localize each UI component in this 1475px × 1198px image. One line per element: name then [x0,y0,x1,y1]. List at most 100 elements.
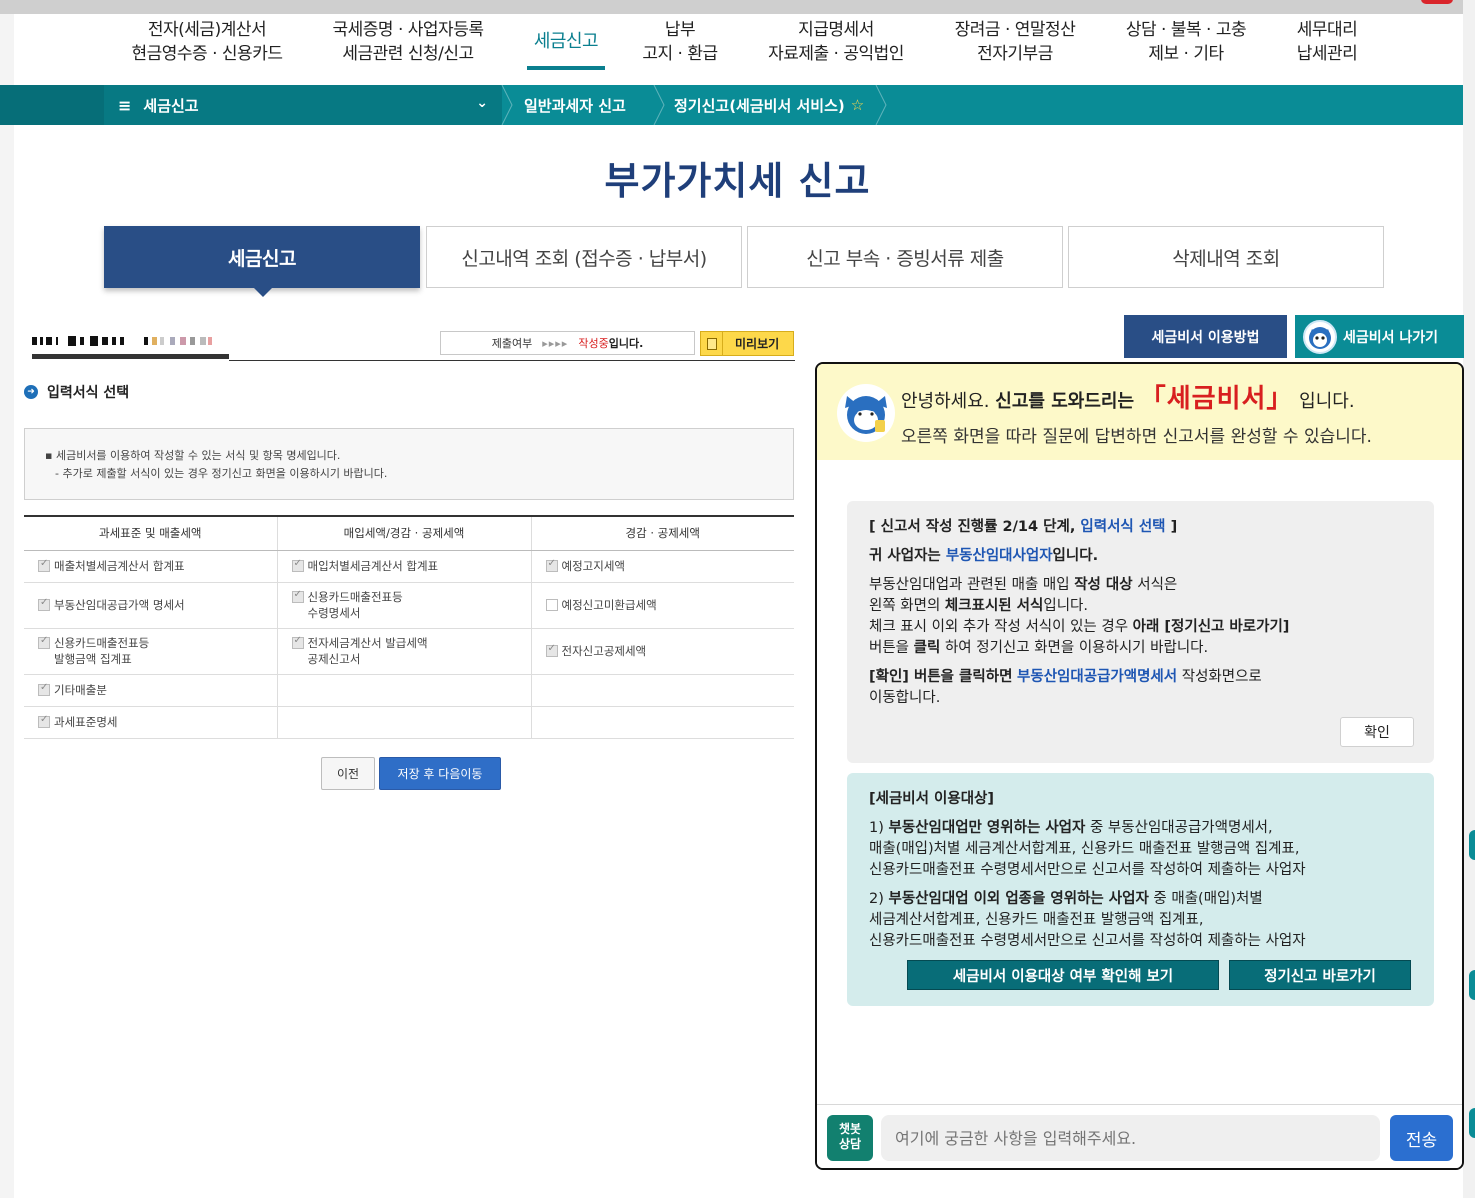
checkbox[interactable] [291,635,304,649]
checkbox-label: 수령명세서 [307,606,361,620]
send-button[interactable]: 전송 [1390,1115,1453,1161]
nav-item-payment[interactable]: 납부 고지 · 환급 [638,18,722,66]
table-cell: 예정신고미환급세액 [530,582,795,629]
checkbox-label: 매입처별세금계산서 합계표 [307,559,439,573]
tab-tax-filing[interactable]: 세금신고 [104,226,420,297]
form-checkbox-item[interactable]: 예정신고미환급세액 [545,597,795,613]
chat-input[interactable] [881,1115,1380,1161]
check-eligibility-button[interactable]: 세금비서 이용대상 여부 확인해 보기 [907,960,1219,990]
form-checkbox-item[interactable]: 예정고지세액 [545,558,795,574]
table-cell [276,674,531,707]
divider [229,360,795,361]
confirm-button[interactable]: 확인 [1340,717,1414,747]
assistant-panel: 안녕하세요. 신고를 도와드리는 「세금비서」 입니다. 오른쪽 화면을 따라 … [815,362,1464,1170]
form-checkbox-item[interactable]: 부동산임대공급가액 명세서 [38,597,277,613]
breadcrumb-bar-left [0,85,104,125]
chat-input-bar: 챗봇상담 전송 [817,1104,1462,1168]
table-row: 기타매출분 [24,674,794,707]
form-checkbox-item[interactable]: 신용카드매출전표등수령명세서 [291,589,531,621]
checkbox-label: 과세표준명세 [54,715,118,729]
checkbox-label: 예정신고미환급세액 [561,598,657,612]
favorite-star-icon[interactable]: ☆ [851,96,864,114]
checkbox[interactable] [291,589,304,603]
form-checkbox-item[interactable]: 과세표준명세 [38,714,277,730]
assistant-exit-button[interactable]: 세금비서 나가기 [1295,315,1464,358]
breadcrumb-item-regular-filing[interactable]: 정기신고(세금비서 서비스) ☆ [674,85,864,125]
table-cell: 과세표준명세 [24,706,277,739]
form-checkbox-item[interactable]: 전자세금계산서 발급세액공제신고서 [291,635,531,667]
checkbox[interactable] [291,558,304,572]
greeting-banner: 안녕하세요. 신고를 도와드리는 「세금비서」 입니다. 오른쪽 화면을 따라 … [817,364,1462,460]
mascot-icon [1303,319,1337,354]
form-checkbox-item[interactable]: 기타매출분 [38,682,277,698]
checkbox-label: 예정고지세액 [561,559,625,573]
info-box: ▪ 세금비서를 이용하여 작성할 수 있는 서식 및 항목 명세입니다. - 추… [24,428,794,500]
table-row: 부동산임대공급가액 명세서 신용카드매출전표등수령명세서 예정신고미환급세액 [24,582,795,629]
table-row: 신용카드매출전표등발행금액 집계표 전자세금계산서 발급세액공제신고서 전자신고공제… [24,628,795,675]
form-checkbox-item[interactable]: 매입처별세금계산서 합계표 [291,558,531,574]
checkbox[interactable] [545,643,558,657]
nav-item-e-invoice[interactable]: 전자(세금)계산서 현금영수증 · 신용카드 [122,18,292,66]
checkbox-label: 전자세금계산서 발급세액 [307,636,428,650]
nav-item-payment-statement[interactable]: 지급명세서 자료제출 · 공익법인 [760,18,912,66]
preview-button[interactable]: 미리보기 [700,331,794,356]
checkbox[interactable] [38,558,50,572]
greeting-line2: 오른쪽 화면을 따라 질문에 답변하면 신고서를 완성할 수 있습니다. [901,427,1372,447]
breadcrumb-separator [500,85,514,125]
eligibility-message: [세금비서 이용대상] 1) 부동산임대업만 영위하는 사업자 중 부동산임대공… [847,773,1434,1006]
table-cell: 기타매출분 [24,674,277,707]
table-cell: 예정고지세액 [530,550,795,583]
section-heading: ➜ 입력서식 선택 [24,382,129,402]
table-header: 과세표준 및 매출세액 [24,515,277,551]
nav-item-tax-agent[interactable]: 세무대리 납세관리 [1284,18,1370,66]
checkbox[interactable] [38,682,50,696]
tab-filing-history[interactable]: 신고내역 조회 (접수증 · 납부서) [426,226,742,288]
assistant-help-button[interactable]: 세금비서 이용방법 [1124,315,1287,358]
checkbox-label: 전자신고공제세액 [561,644,647,658]
table-cell: 전자세금계산서 발급세액공제신고서 [276,628,531,675]
table-cell: 전자신고공제세액 [530,628,795,675]
hamburger-icon: ≡ [118,95,132,115]
table-cell [530,706,794,739]
chatbot-badge: 챗봇 상담 [827,1115,873,1161]
prev-button[interactable]: 이전 [321,757,375,790]
table-cell: 매입처별세금계산서 합계표 [276,550,531,583]
nav-item-incentive[interactable]: 장려금 · 연말정산 전자기부금 [944,18,1086,66]
table-row: 과세표준명세 [24,706,794,739]
document-icon [701,332,723,355]
save-next-button[interactable]: 저장 후 다음이동 [379,757,501,790]
checkbox[interactable] [38,597,50,611]
tab-deleted-history[interactable]: 삭제내역 조회 [1068,226,1384,288]
progress-message: [ 신고서 작성 진행률 2/14 단계, 입력서식 선택 ] 귀 사업자는 부… [847,501,1434,763]
table-cell [530,674,794,707]
checkbox[interactable] [545,558,558,572]
breadcrumb-menu-dropdown[interactable]: ≡ 세금신고 ⌄ [104,85,502,125]
tab-attachments[interactable]: 신고 부속 · 증빙서류 제출 [747,226,1063,288]
checkbox-label: 발행금액 집계표 [54,652,132,666]
checkbox[interactable] [38,635,50,649]
chatbot-badge-label: 챗봇 상담 [838,1122,862,1151]
checkbox-label: 기타매출분 [54,683,107,697]
side-scroll-indicator [1469,1108,1475,1138]
table-header: 경감 · 공제세액 [530,515,794,551]
form-checkbox-item[interactable]: 신용카드매출전표등발행금액 집계표 [38,635,277,667]
checkbox-label: 신용카드매출전표등 [307,590,403,604]
table-cell: 부동산임대공급가액 명세서 [24,582,277,629]
checkbox[interactable] [545,599,558,611]
form-selection-table: 과세표준 및 매출세액 매입세액/경감 · 공제세액 경감 · 공제세액 매출처… [24,515,794,739]
notification-pill [1421,0,1453,4]
breadcrumb-item-general[interactable]: 일반과세자 신고 [524,85,626,125]
nav-item-certificates[interactable]: 국세증명 · 사업자등록 세금관련 신청/신고 [322,18,494,66]
breadcrumb-separator [874,85,888,125]
nav-item-consulting[interactable]: 상담 · 불복 · 고충 제보 · 기타 [1116,18,1256,66]
form-checkbox-item[interactable]: 전자신고공제세액 [545,643,795,659]
page-title: 부가가치세 신고 [604,159,871,203]
chevron-down-icon: ⌄ [476,95,488,111]
greeting-line1: 안녕하세요. 신고를 도와드리는 「세금비서」 입니다. [901,384,1355,414]
side-scroll-indicator [1469,830,1475,860]
nav-item-tax-filing[interactable]: 세금신고 [527,30,605,70]
regular-filing-shortcut-button[interactable]: 정기신고 바로가기 [1229,960,1411,990]
checkbox[interactable] [38,714,50,728]
checkbox-label: 공제신고서 [307,652,361,666]
form-checkbox-item[interactable]: 매출처별세금계산서 합계표 [38,558,277,574]
